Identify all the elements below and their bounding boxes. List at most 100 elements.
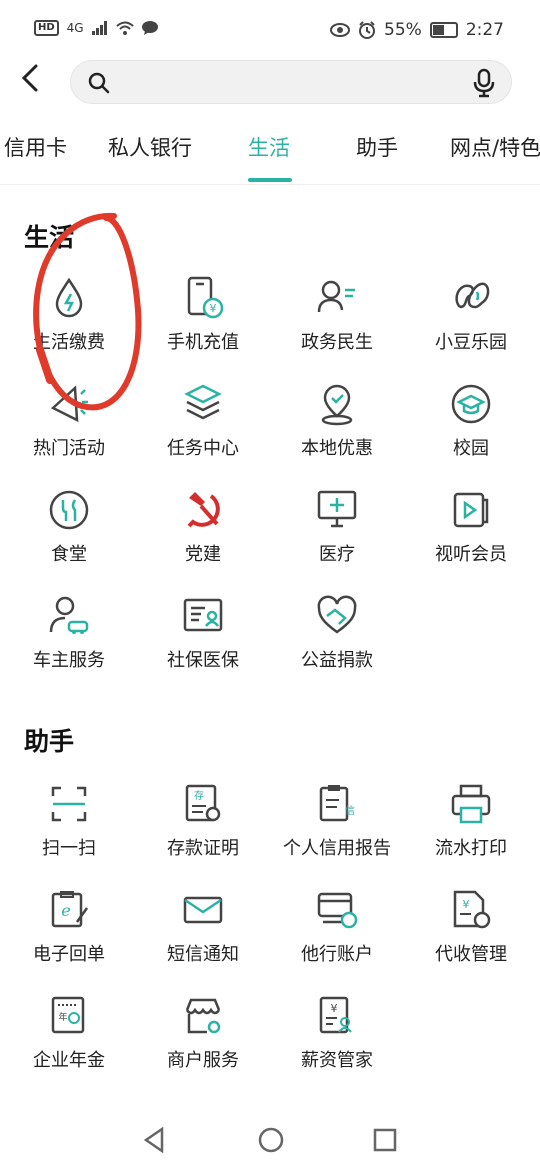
grid-item-canteen[interactable]: 食堂 [2, 488, 136, 588]
grid-item-bean-park[interactable]: 小豆乐园 [404, 276, 538, 376]
grid-item-car-owner[interactable]: 车主服务 [2, 594, 136, 694]
grid-item-sms-notice[interactable]: 短信通知 [136, 888, 270, 988]
grid-item-label: 校园 [453, 438, 489, 459]
grid-item-label: 政务民生 [301, 332, 373, 353]
grid-item-label: 食堂 [51, 544, 87, 565]
grid-item-label: 社保医保 [167, 650, 239, 671]
certificate-icon: 存 [185, 784, 221, 822]
grid-item-label: 任务中心 [167, 438, 239, 459]
nav-home-icon[interactable] [257, 1126, 285, 1154]
grid-item-label: 企业年金 [33, 1050, 105, 1071]
grid-item-gov-services[interactable]: 政务民生 [270, 276, 404, 376]
person-list-icon [317, 280, 355, 313]
payroll-doc-icon: ¥ [319, 996, 352, 1034]
grid-item-label: 短信通知 [167, 944, 239, 965]
printer-icon [451, 784, 491, 824]
grid-item-medical[interactable]: 医疗 [270, 488, 404, 588]
time-label: 2:27 [465, 20, 504, 40]
svg-text:¥: ¥ [331, 1002, 338, 1015]
grid-item-task-center[interactable]: 任务中心 [136, 382, 270, 482]
location-pin-icon [321, 384, 353, 426]
grid-item-enterprise-annuity[interactable]: 年 企业年金 [2, 994, 136, 1094]
grid-item-payroll-manager[interactable]: ¥ 薪资管家 [270, 994, 404, 1094]
status-right: 55% 2:27 [330, 20, 504, 40]
tab-outlets[interactable]: 网点/特色 [450, 132, 540, 162]
grid-item-label: 本地优惠 [301, 438, 373, 459]
network-label: 4G [66, 21, 84, 35]
grid-item-label: 热门活动 [33, 438, 105, 459]
credit-report-icon: 信 [319, 785, 355, 822]
graduation-cap-icon [451, 384, 491, 424]
grid-item-label: 医疗 [319, 544, 355, 565]
search-bar[interactable] [70, 60, 512, 104]
system-nav-bar [0, 1110, 540, 1170]
category-tabs: 信用卡 私人银行 生活 助手 网点/特色 [0, 122, 540, 185]
grid-item-av-membership[interactable]: 视听会员 [404, 488, 538, 588]
grid-item-label: 存款证明 [167, 838, 239, 859]
tab-credit-card[interactable]: 信用卡 [4, 132, 67, 162]
heart-handshake-icon [317, 595, 357, 634]
hammer-sickle-icon [187, 492, 220, 528]
fork-spoon-icon [49, 490, 89, 530]
tab-private-bank[interactable]: 私人银行 [108, 132, 192, 162]
grid-item-campus[interactable]: 校园 [404, 382, 538, 482]
grid-item-social-insurance[interactable]: 社保医保 [136, 594, 270, 694]
tab-life[interactable]: 生活 [248, 132, 290, 162]
battery-label: 55% [384, 20, 422, 40]
grid-item-label: 党建 [185, 544, 221, 565]
hd-badge: HD [34, 20, 59, 36]
medical-monitor-icon [317, 490, 357, 528]
svg-text:存: 存 [194, 789, 204, 802]
grid-item-label: 商户服务 [167, 1050, 239, 1071]
search-input[interactable] [119, 69, 463, 97]
id-card-icon [183, 598, 223, 632]
svg-text:信: 信 [345, 805, 355, 817]
tab-active-indicator [248, 178, 292, 182]
grid-item-label: 电子回单 [33, 944, 105, 965]
grid-item-label: 视听会员 [435, 544, 507, 565]
grid-item-local-deals[interactable]: 本地优惠 [270, 382, 404, 482]
video-play-icon [453, 492, 489, 528]
grid-item-label: 代收管理 [435, 944, 507, 965]
grid-item-label: 车主服务 [33, 650, 105, 671]
search-icon [88, 72, 110, 94]
grid-item-label: 小豆乐园 [435, 332, 507, 353]
scan-icon [51, 786, 87, 822]
wifi-icon [115, 21, 134, 35]
grid-item-phone-topup[interactable]: ¥ 手机充值 [136, 276, 270, 376]
microphone-icon[interactable] [473, 68, 495, 98]
svg-text:年: 年 [58, 1011, 67, 1023]
alarm-icon [359, 21, 376, 39]
grid-item-party-building[interactable]: 党建 [136, 488, 270, 588]
grid-item-scan[interactable]: 扫一扫 [2, 782, 136, 882]
grid-item-merchant-service[interactable]: 商户服务 [136, 994, 270, 1094]
annotation-circle [33, 212, 142, 411]
signal-icon [91, 21, 107, 35]
grid-item-charity-donation[interactable]: 公益捐款 [270, 594, 404, 694]
svg-text:¥: ¥ [210, 302, 217, 315]
back-arrow-icon[interactable] [16, 62, 44, 94]
grid-item-label: 个人信用报告 [283, 838, 391, 859]
annuity-doc-icon: 年 [51, 996, 85, 1034]
grid-item-label: 手机充值 [167, 332, 239, 353]
status-bar: HD 4G 55% 2:27 [0, 0, 540, 60]
bean-icon [455, 282, 490, 309]
store-icon [185, 998, 221, 1034]
nav-recent-icon[interactable] [372, 1126, 398, 1154]
svg-text:e: e [61, 901, 70, 920]
status-left: HD 4G [34, 20, 158, 36]
grid-item-statement-print[interactable]: 流水打印 [404, 782, 538, 882]
grid-item-other-bank-account[interactable]: 他行账户 [270, 888, 404, 988]
layers-icon [184, 384, 222, 420]
grid-item-deposit-certificate[interactable]: 存 存款证明 [136, 782, 270, 882]
tab-assistant[interactable]: 助手 [356, 132, 398, 162]
grid-item-collection-management[interactable]: ¥ 代收管理 [404, 888, 538, 988]
section-title-assistant: 助手 [24, 727, 75, 756]
grid-item-label: 公益捐款 [301, 650, 373, 671]
nav-back-icon[interactable] [142, 1126, 166, 1154]
grid-item-label: 薪资管家 [301, 1050, 373, 1071]
grid-item-e-receipt[interactable]: e 电子回单 [2, 888, 136, 988]
message-icon [141, 21, 158, 35]
grid-item-label: 流水打印 [435, 838, 507, 859]
grid-item-credit-report[interactable]: 信 个人信用报告 [270, 782, 404, 882]
